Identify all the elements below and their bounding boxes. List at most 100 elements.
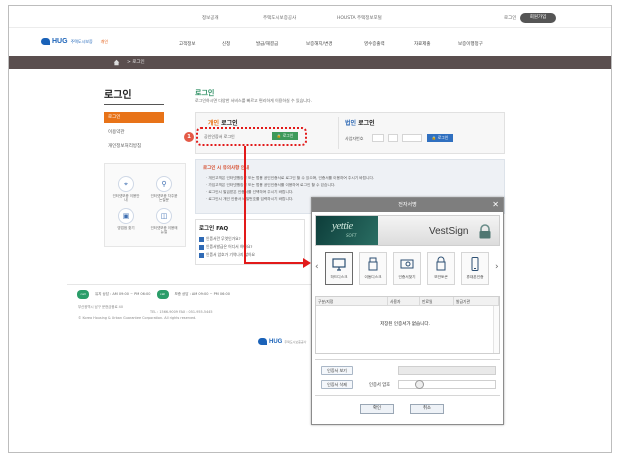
page-description: 로그인하시면 다양한 서비스를 빠르고 편리하게 이용하실 수 있습니다. [195,98,312,103]
location-token[interactable]: 보안토큰 [427,252,455,285]
business-number-field-3[interactable] [402,134,422,142]
footer-divider [67,284,311,285]
lnb-item-login[interactable]: 로그인 [104,112,164,123]
util-link-hug[interactable]: 주택도시보증공사 [263,15,296,21]
phone-icon: call [156,290,169,299]
business-number-field-2[interactable] [388,134,398,142]
quick-guide[interactable]: ⌖ 인터넷보증 이용안내 [111,176,141,202]
notice-line: · 가입고객은 인터넷뱅킹용 또는 범용 공인인증서를 이용하여 로그인 할 수… [206,183,336,187]
location-harddisk[interactable]: 하드디스크 [325,252,353,285]
password-label: 인증서 암호 [369,383,391,388]
footer-contact: TEL : 1566-9009 FAX : 051-955-5445 [150,310,213,314]
yettie-logo: yettie [332,220,353,232]
faq-title: 로그인 FAQ [199,226,229,232]
home-icon[interactable] [113,59,120,66]
global-nav: HUG 주택도시보증 개인 고객정보 신청 발급/해결금 보증해지/변경 영수증… [9,28,611,56]
column-header[interactable]: 만료일 [420,297,454,306]
gnb-item-change[interactable]: 보증해지/변경 [306,41,332,47]
faq-item[interactable]: 인증서란 무엇인가요? [199,236,241,242]
quick-faq[interactable]: ⚲ 인터넷보증 자주묻는질문 [149,176,179,202]
column-header[interactable]: 사용자 [388,297,420,306]
dialog-divider [315,359,500,360]
join-button[interactable]: 회원가입 [520,13,556,23]
page-title: 로그인 [195,89,215,97]
lnb-item-terms[interactable]: 이용약관 [108,129,125,135]
gnb-item-issue[interactable]: 발급/해결금 [256,41,278,47]
arrow-head-icon [303,258,311,268]
gnb-item-customer[interactable]: 고객정보 [179,41,196,47]
quick-menu: ⌖ 인터넷보증 이용안내 ⚲ 인터넷보증 자주묻는질문 ▣ 영업점 찾기 ◫ 인… [104,163,186,247]
chevron-left-icon[interactable]: ‹ [315,262,319,272]
bullet-icon [199,236,204,242]
hug-logo-mark-icon [258,338,267,345]
personal-login-title: 개인 로그인 [208,120,238,127]
location-phone[interactable]: 휴대폰인증 [461,252,489,285]
util-link-disclosure[interactable]: 정보공개 [202,15,219,21]
lnb-item-privacy[interactable]: 개인정보처리방침 [108,143,141,149]
dialog-divider [315,395,500,396]
annotation-arrow-vertical [244,146,246,264]
hug-logo[interactable]: HUG 주택도시보증 개인 [41,38,108,45]
certificate-search-icon [400,259,414,269]
gnb-item-apply[interactable]: 신청 [222,41,230,47]
location-removable[interactable]: 이동디스크 [359,252,387,285]
storage-location-row: ‹ 하드디스크 이동디스크 인증서찾기 보안토큰 휴대폰인증 › [315,252,500,285]
ok-button[interactable]: 확인 [360,404,394,414]
call-center-row: call 유지 상담 : AM 09:00 ~ PM 06:00 call 보증… [77,290,230,299]
close-icon[interactable]: ✕ [492,198,499,212]
quick-branch[interactable]: ▣ 영업점 찾기 [111,208,141,230]
dialog-titlebar: 전자서명 ✕ [312,198,503,212]
vestsign-banner: yettie SOFT VestSign [315,215,500,246]
business-number-label: 사업자번호 [345,136,364,141]
lnb-divider [104,104,164,105]
panel-divider [338,117,339,149]
cancel-button[interactable]: 취소 [410,404,444,414]
hug-logo-mark-icon [41,38,50,45]
utility-bar: 정보공개 주택도시보증공사 HOUSTA 주택정보포털 로그인 회원가입 [9,6,611,28]
view-certificate-button[interactable]: 인증서 보기 [321,366,353,375]
corporate-login-title: 법인 로그인 [345,120,375,127]
gnb-item-claim[interactable]: 보증이행청구 [458,41,483,47]
location-find[interactable]: 인증서찾기 [393,252,421,285]
bullet-icon [199,252,204,258]
certificate-password-field[interactable] [398,380,496,389]
list-scrollbar[interactable] [493,306,499,353]
vestsign-logo: VestSign [429,226,469,237]
magnifier-icon: ⚲ [156,176,172,192]
column-header[interactable]: 구분/지정 [316,297,388,306]
screenshot-frame [8,5,612,453]
banner-brand-panel: yettie SOFT [316,216,378,245]
corporate-login-button[interactable]: 🔒 로그인 [427,134,453,142]
column-header[interactable]: 발급기관 [454,297,499,306]
business-number-field-1[interactable] [372,134,384,142]
step-badge: 1 [184,132,194,142]
gnb-item-submit[interactable]: 자료제출 [414,41,431,47]
certificate-dialog: 전자서명 ✕ yettie SOFT VestSign ‹ 하드디스크 이동디스… [311,197,504,425]
virtual-keyboard-icon[interactable] [415,380,424,389]
chevron-right-icon[interactable]: › [495,262,499,272]
certificate-list: 구분/지정 사용자 만료일 발급기관 저장된 인증서가 없습니다. [315,296,500,354]
util-link-housta[interactable]: HOUSTA 주택정보포털 [337,15,382,21]
bullet-icon [199,244,204,250]
delete-certificate-button[interactable]: 인증서 삭제 [321,380,353,389]
certificate-info-field [398,366,496,375]
location-bar: > 로그인 [9,56,611,69]
building-icon: ▣ [118,208,134,224]
annotation-arrow-horizontal [244,262,306,264]
highlight-annotation [196,127,307,146]
notice-line: · 개인고객은 인터넷뱅킹용 또는 범용 공인인증서로 로그인 할 수 있으며,… [206,176,375,180]
gnb-item-receipt[interactable]: 영수증출력 [364,41,385,47]
quick-manual[interactable]: ◫ 인터넷보증 이용매뉴얼 [149,208,179,234]
book-icon: ◫ [156,208,172,224]
security-token-icon [436,256,446,271]
footer-logo: HUG 주택도시보증공사 [258,338,306,345]
lnb-title: 로그인 [104,90,132,101]
faq-item[interactable]: 인증서 암호가 기억나지 않아요 [199,252,255,258]
phone-icon: call [77,290,89,299]
footer-address: 부산광역시 남구 문현금융로 40 [78,305,123,309]
util-login-link[interactable]: 로그인 [504,15,516,21]
footer-copyright: © Korea Housing & Urban Guarantee Corpor… [78,316,197,320]
notice-title: 로그인 시 유의사항 안내 [203,166,250,171]
monitor-icon [332,258,346,271]
lock-icon [479,224,491,239]
